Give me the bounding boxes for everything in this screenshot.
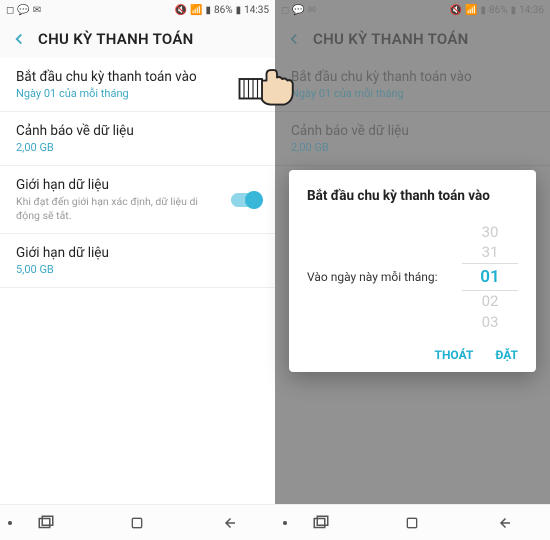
billing-day-dialog: Bắt đầu chu kỳ thanh toán vào Vào ngày n… (289, 170, 536, 372)
item-sub: Ngày 01 của mỗi tháng (16, 87, 259, 100)
item-billing-start: Bắt đầu chu kỳ thanh toán vào Ngày 01 củ… (275, 58, 550, 112)
back-button[interactable] (209, 509, 249, 537)
item-data-warning[interactable]: Cảnh báo về dữ liệu 2,00 GB (0, 112, 275, 166)
battery-icon: ▮ (511, 5, 517, 16)
item-data-warning: Cảnh báo về dữ liệu 2,00 GB (275, 112, 550, 166)
nav-bar (0, 504, 275, 540)
chat-icon: 💬 (292, 5, 304, 16)
item-sub: 5,00 GB (16, 263, 259, 276)
signal-icon: ▮ (205, 5, 211, 16)
battery-text: 86% (489, 5, 508, 16)
msg-icon: ✉ (308, 5, 316, 16)
wifi-icon: 📶 (465, 5, 477, 16)
back-button[interactable] (484, 509, 524, 537)
item-title: Cảnh báo về dữ liệu (16, 123, 259, 139)
battery-text: 86% (214, 5, 233, 16)
item-title: Giới hạn dữ liệu (16, 245, 259, 261)
chat-icon: 💬 (17, 5, 29, 16)
back-icon[interactable] (285, 30, 303, 48)
item-sub: 2,00 GB (291, 141, 534, 154)
screen-left: ◻ 💬 ✉ 🔇 📶 ▮ 86% ▮ 14:35 CHU KỲ THANH TOÁ… (0, 0, 275, 540)
item-sub: Ngày 01 của mỗi tháng (291, 87, 534, 100)
toggle-switch-on[interactable] (231, 193, 261, 207)
wheel-option: 30 (462, 222, 518, 242)
mute-icon: 🔇 (450, 5, 462, 16)
signal-icon: ▮ (480, 5, 486, 16)
nav-bar (275, 504, 550, 540)
dialog-title: Bắt đầu chu kỳ thanh toán vào (307, 188, 518, 204)
nav-dot (283, 521, 287, 525)
home-button[interactable] (392, 509, 432, 537)
item-data-limit-value[interactable]: Giới hạn dữ liệu 5,00 GB (0, 234, 275, 288)
recents-button[interactable] (301, 509, 341, 537)
msg-icon: ✉ (33, 5, 41, 16)
wheel-option: 03 (462, 312, 518, 332)
item-data-limit-toggle[interactable]: Giới hạn dữ liệu Khi đạt đến giới hạn xá… (0, 166, 275, 234)
wheel-option: 31 (462, 242, 518, 262)
pointing-hand-icon (235, 58, 310, 112)
header: CHU KỲ THANH TOÁN (275, 20, 550, 58)
settings-list: Bắt đầu chu kỳ thanh toán vào Ngày 01 củ… (0, 58, 275, 504)
ok-button[interactable]: ĐẶT (495, 348, 518, 362)
battery-icon: ▮ (236, 5, 242, 16)
item-billing-start[interactable]: Bắt đầu chu kỳ thanh toán vào Ngày 01 củ… (0, 58, 275, 112)
item-desc: Khi đạt đến giới hạn xác định, dữ liệu d… (16, 195, 259, 222)
header: CHU KỲ THANH TOÁN (0, 20, 275, 58)
mute-icon: 🔇 (175, 5, 187, 16)
home-button[interactable] (117, 509, 157, 537)
notif-icon: ◻ (281, 5, 289, 16)
clock: 14:36 (519, 5, 544, 16)
day-picker-wheel[interactable]: 30 31 01 02 03 (462, 222, 518, 332)
item-title: Bắt đầu chu kỳ thanh toán vào (291, 69, 534, 85)
item-sub: 2,00 GB (16, 141, 259, 154)
nav-dot (8, 521, 12, 525)
cancel-button[interactable]: THOÁT (435, 348, 474, 362)
item-title: Bắt đầu chu kỳ thanh toán vào (16, 69, 259, 85)
recents-button[interactable] (26, 509, 66, 537)
back-icon[interactable] (10, 30, 28, 48)
item-title: Giới hạn dữ liệu (16, 177, 259, 193)
wheel-selected: 01 (462, 263, 518, 292)
status-bar: ◻ 💬 ✉ 🔇 📶 ▮ 86% ▮ 14:35 (0, 0, 275, 20)
dialog-label: Vào ngày này mỗi tháng: (307, 269, 452, 286)
wheel-option: 02 (462, 291, 518, 311)
page-title: CHU KỲ THANH TOÁN (38, 30, 194, 48)
notif-icon: ◻ (6, 5, 14, 16)
clock: 14:35 (244, 5, 269, 16)
item-title: Cảnh báo về dữ liệu (291, 123, 534, 139)
wifi-icon: 📶 (190, 5, 202, 16)
screen-right: ◻ 💬 ✉ 🔇 📶 ▮ 86% ▮ 14:36 CHU KỲ THANH TOÁ… (275, 0, 550, 540)
status-bar: ◻ 💬 ✉ 🔇 📶 ▮ 86% ▮ 14:36 (275, 0, 550, 20)
page-title: CHU KỲ THANH TOÁN (313, 30, 469, 48)
